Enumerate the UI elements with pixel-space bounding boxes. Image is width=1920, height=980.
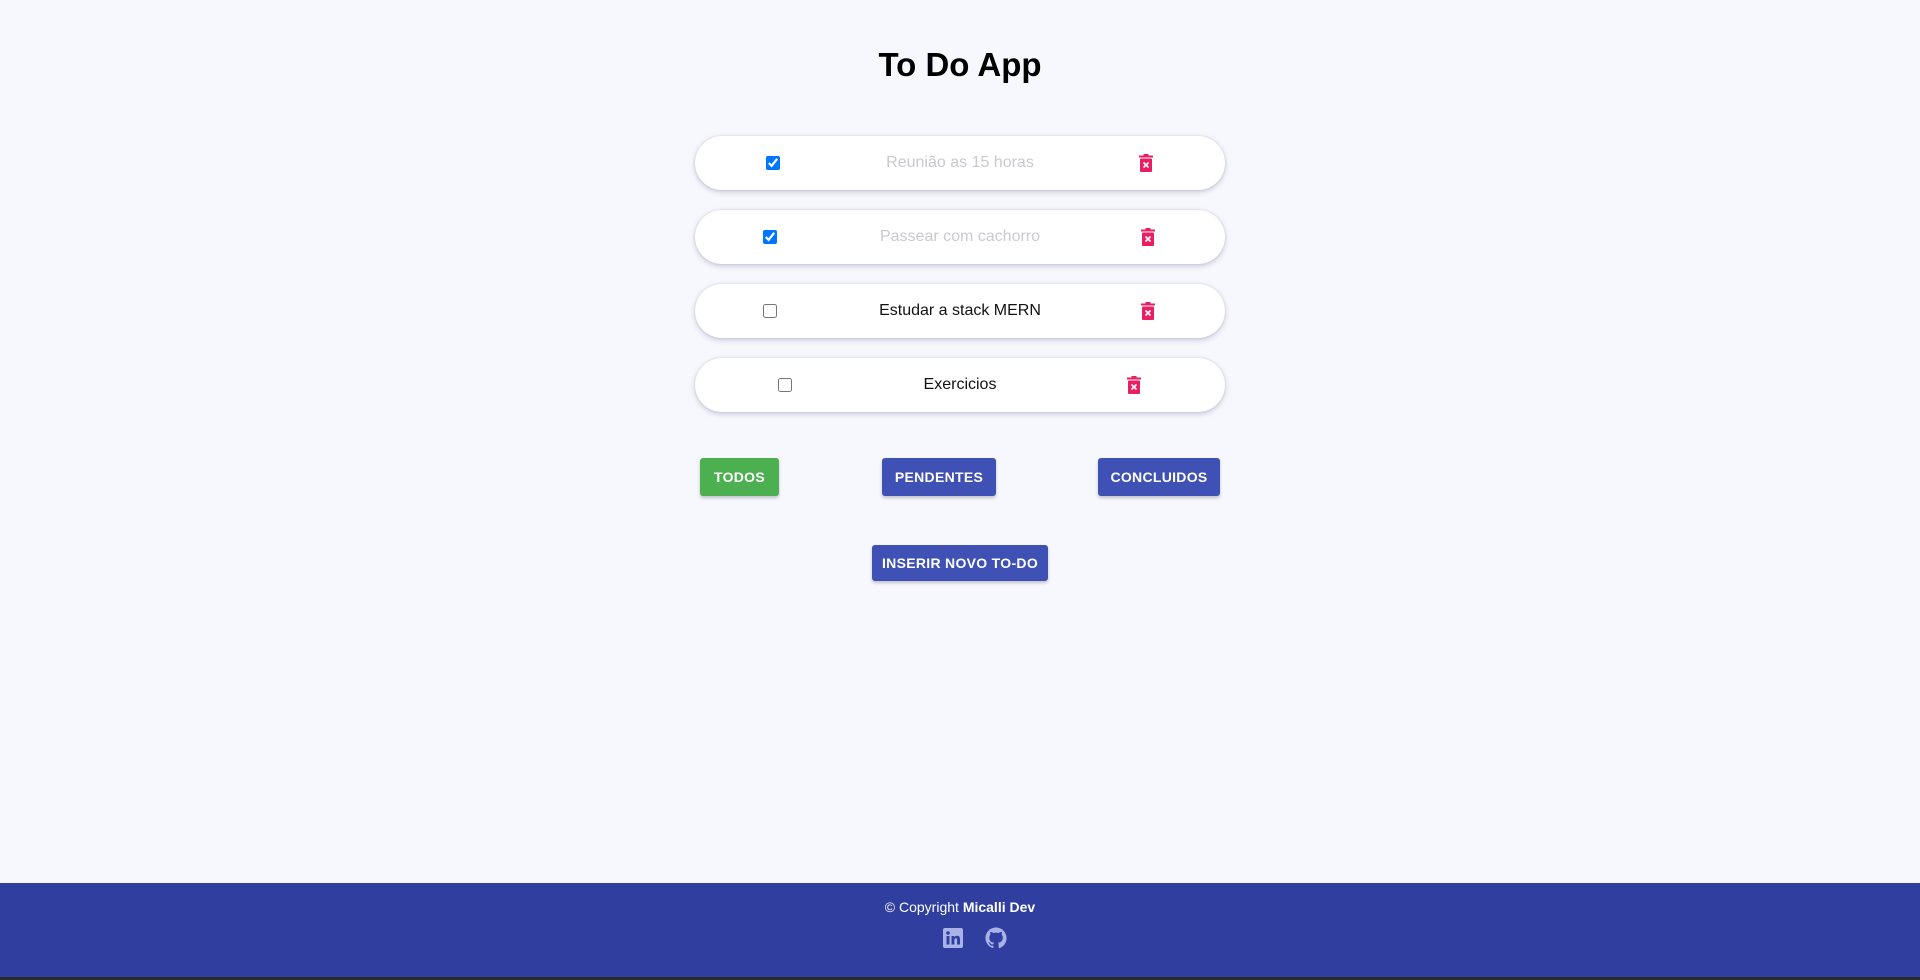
footer: © Copyright Micalli Dev — [0, 883, 1920, 980]
trash-icon — [1141, 302, 1155, 320]
todo-item: Estudar a stack MERN — [695, 284, 1225, 338]
filter-bar: TODOS PENDENTES CONCLUIDOS — [700, 458, 1220, 496]
todo-text: Exercicios — [923, 376, 997, 393]
github-icon — [985, 927, 1007, 949]
todo-checkbox[interactable] — [763, 304, 777, 318]
todo-checkbox[interactable] — [778, 378, 792, 392]
copyright-text: © Copyright Micalli Dev — [0, 899, 1920, 915]
filter-pending-button[interactable]: PENDENTES — [882, 458, 996, 496]
copyright-author: Micalli Dev — [962, 899, 1036, 915]
delete-button[interactable] — [1137, 226, 1159, 248]
delete-button[interactable] — [1135, 152, 1157, 174]
todo-item: Passear com cachorro — [695, 210, 1225, 264]
todo-item: Reunião as 15 horas — [695, 136, 1225, 190]
linkedin-link[interactable] — [941, 926, 965, 950]
copyright-prefix: © Copyright — [884, 899, 959, 915]
delete-button[interactable] — [1123, 374, 1145, 396]
trash-icon — [1141, 228, 1155, 246]
add-todo-button[interactable]: INSERIR NOVO TO-DO — [872, 545, 1048, 581]
trash-icon — [1127, 376, 1141, 394]
page-title: To Do App — [878, 46, 1042, 83]
todo-checkbox[interactable] — [763, 230, 777, 244]
delete-button[interactable] — [1137, 300, 1159, 322]
trash-icon — [1139, 154, 1153, 172]
todo-item: Exercicios — [695, 358, 1225, 412]
todo-checkbox[interactable] — [766, 156, 780, 170]
todo-list: Reunião as 15 horas Passear com cachorro — [695, 136, 1225, 432]
filter-all-button[interactable]: TODOS — [700, 458, 779, 496]
github-link[interactable] — [984, 926, 1008, 950]
linkedin-icon — [943, 928, 963, 948]
filter-completed-button[interactable]: CONCLUIDOS — [1098, 458, 1220, 496]
page: To Do App Reunião as 15 horas Passear co… — [0, 0, 1920, 980]
